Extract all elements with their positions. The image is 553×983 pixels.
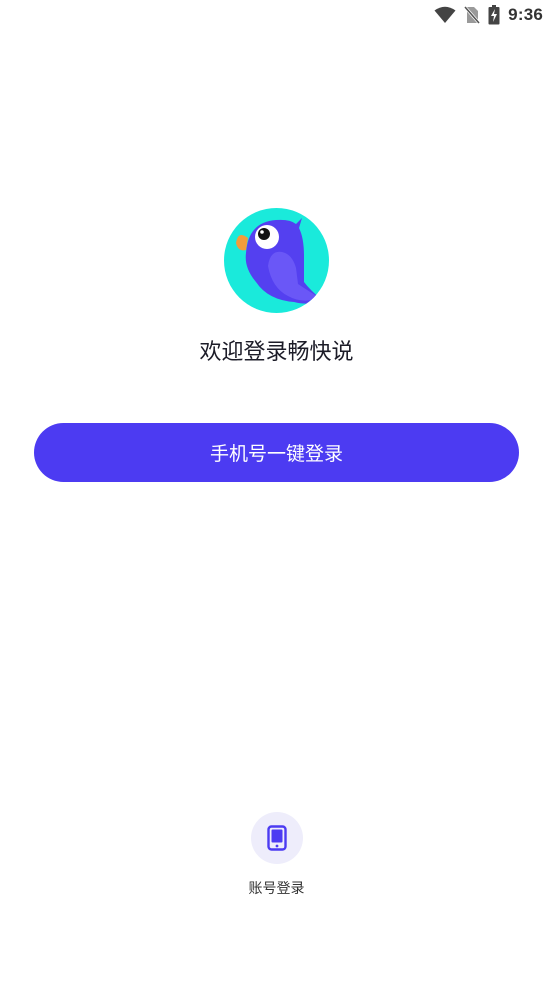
status-bar: 9:36 xyxy=(0,0,553,30)
account-login-icon-button[interactable] xyxy=(250,812,303,864)
parrot-logo-icon xyxy=(224,208,329,313)
status-icons: 9:36 xyxy=(434,4,543,26)
account-login-option[interactable]: 账号登录 xyxy=(226,812,327,898)
account-login-label: 账号登录 xyxy=(248,881,305,897)
welcome-title: 欢迎登录畅快说 xyxy=(199,340,354,365)
phone-icon xyxy=(266,825,287,851)
app-logo xyxy=(224,208,329,313)
status-time: 9:36 xyxy=(508,5,543,24)
battery-charging-icon xyxy=(488,5,500,25)
one-click-phone-login-button[interactable]: 手机号一键登录 xyxy=(34,423,519,482)
wifi-icon xyxy=(434,6,456,23)
no-sim-icon xyxy=(464,6,481,24)
